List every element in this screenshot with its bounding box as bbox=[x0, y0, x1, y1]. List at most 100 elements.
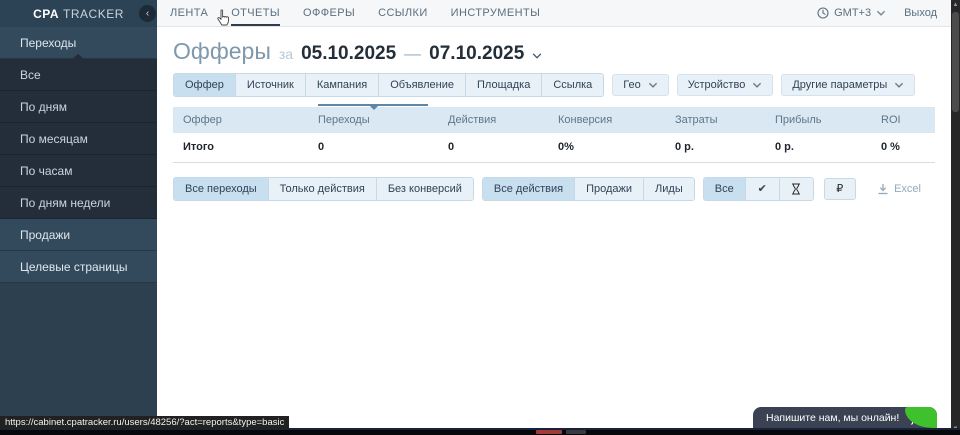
logo: CPA TRACKER ‹ bbox=[0, 0, 157, 27]
total-roi: 0 % bbox=[881, 133, 935, 162]
page-title-row: Офферы за 05.10.2025 — 07.10.2025 bbox=[173, 38, 935, 65]
other-params-filter-button[interactable]: Другие параметры bbox=[781, 74, 915, 96]
status-url-tooltip: https://cabinet.cpatracker.ru/users/4825… bbox=[0, 416, 289, 429]
column-header-roi[interactable]: ROI bbox=[881, 107, 935, 133]
column-header-perekhody[interactable]: Переходы bbox=[318, 107, 448, 133]
sidebar: CPA TRACKER ‹ Переходы Все По дням По ме… bbox=[0, 0, 157, 435]
sidebar-item-vse[interactable]: Все bbox=[0, 59, 157, 91]
timezone-label: GMT+3 bbox=[834, 7, 871, 19]
chevron-down-icon bbox=[648, 82, 658, 88]
chevron-down-icon bbox=[894, 82, 904, 88]
clock-icon bbox=[817, 7, 829, 19]
filter-all-transitions[interactable]: Все переходы bbox=[174, 178, 268, 200]
bottom-toolbar: Все переходы Только действия Без конверс… bbox=[173, 177, 935, 201]
screen: { "brand": { "bold": "CPA", "rest": "TRA… bbox=[0, 0, 960, 435]
total-perekhody: 0 bbox=[318, 133, 448, 162]
geo-filter-button[interactable]: Гео bbox=[612, 74, 668, 96]
chevron-down-icon bbox=[876, 10, 886, 16]
sidebar-item-label: Все bbox=[20, 68, 41, 82]
sidebar-item-label: По дням bbox=[20, 100, 67, 114]
device-filter-button[interactable]: Устройство bbox=[677, 74, 774, 96]
column-header-zatraty[interactable]: Затраты bbox=[675, 107, 775, 133]
timezone-selector[interactable]: GMT+3 bbox=[817, 7, 886, 19]
logo-brand-rest: TRACKER bbox=[63, 7, 124, 21]
filter-all-actions[interactable]: Все действия bbox=[483, 178, 574, 200]
download-icon bbox=[877, 183, 889, 195]
filter-pending-button[interactable] bbox=[779, 178, 813, 200]
content: Офферы за 05.10.2025 — 07.10.2025 Оффер … bbox=[157, 27, 951, 201]
status-filter-group: Все ✔ bbox=[703, 177, 814, 201]
excel-export-button[interactable]: Excel bbox=[877, 183, 935, 195]
nav-lenta[interactable]: ЛЕНТА bbox=[170, 0, 208, 26]
chat-widget[interactable]: Напишите нам, мы онлайн! jivo bbox=[753, 407, 937, 428]
filter-approved-button[interactable]: ✔ bbox=[745, 178, 779, 200]
scrollbar-thumb[interactable] bbox=[952, 12, 959, 112]
jivo-leaf-icon bbox=[905, 407, 937, 428]
check-icon: ✔ bbox=[758, 183, 767, 195]
filter-paid-button[interactable]: ₽ bbox=[824, 178, 856, 200]
total-label: Итого bbox=[173, 133, 318, 162]
sidebar-item-label: Целевые страницы bbox=[20, 260, 128, 274]
sidebar-menu: Переходы Все По дням По месяцам По часам… bbox=[0, 27, 157, 283]
report-preposition: за bbox=[279, 46, 293, 62]
device-filter-label: Устройство bbox=[688, 79, 746, 91]
sidebar-collapse-button[interactable]: ‹ bbox=[139, 5, 156, 22]
tab-ploshchadka[interactable]: Площадка bbox=[465, 74, 541, 96]
nav-offery[interactable]: ОФФЕРЫ bbox=[303, 0, 355, 26]
sidebar-item-po-chasam[interactable]: По часам bbox=[0, 155, 157, 187]
sidebar-item-po-dnyam-nedeli[interactable]: По дням недели bbox=[0, 187, 157, 219]
tab-offer[interactable]: Оффер bbox=[174, 74, 235, 96]
main-area: ЛЕНТА ОТЧЕТЫ ОФФЕРЫ ССЫЛКИ ИНСТРУМЕНТЫ G… bbox=[157, 0, 951, 435]
tab-istochnik[interactable]: Источник bbox=[235, 74, 305, 96]
sidebar-item-label: Продажи bbox=[20, 228, 70, 242]
total-pribyl: 0 р. bbox=[775, 133, 881, 162]
column-header-deystviya[interactable]: Действия bbox=[448, 107, 558, 133]
sidebar-item-label: По месяцам bbox=[20, 132, 88, 146]
tab-obyavlenie[interactable]: Объявление bbox=[378, 74, 465, 96]
tab-kampaniya[interactable]: Кампания bbox=[305, 74, 378, 96]
total-deystviya: 0 bbox=[448, 133, 558, 162]
sidebar-item-tselevye-stranitsy[interactable]: Целевые страницы bbox=[0, 251, 157, 283]
filter-only-actions[interactable]: Только действия bbox=[268, 178, 376, 200]
filter-no-conversions[interactable]: Без конверсий bbox=[376, 178, 473, 200]
taskbar-icon-red bbox=[536, 430, 562, 434]
nav-ssylki[interactable]: ССЫЛКИ bbox=[378, 0, 428, 26]
nav-right: GMT+3 Выход bbox=[817, 0, 951, 26]
report-title: Офферы bbox=[173, 38, 271, 65]
sidebar-item-po-mesyatsam[interactable]: По месяцам bbox=[0, 123, 157, 155]
chevron-left-icon: ‹ bbox=[146, 8, 149, 19]
nav-otchety[interactable]: ОТЧЕТЫ bbox=[231, 0, 280, 26]
other-params-label: Другие параметры bbox=[792, 79, 887, 91]
filter-sales[interactable]: Продажи bbox=[574, 178, 643, 200]
sidebar-item-label: Переходы bbox=[20, 36, 76, 50]
column-header-offer[interactable]: Оффер bbox=[173, 107, 318, 133]
chevron-down-icon bbox=[752, 82, 762, 88]
filter-leads[interactable]: Лиды bbox=[643, 178, 694, 200]
date-dash: — bbox=[404, 44, 421, 64]
scrollbar[interactable]: ▲ ▼ bbox=[951, 0, 960, 435]
transitions-filter-group: Все переходы Только действия Без конверс… bbox=[173, 177, 474, 201]
excel-label: Excel bbox=[894, 183, 921, 195]
date-range-picker[interactable]: 05.10.2025 — 07.10.2025 bbox=[301, 43, 542, 65]
scroll-up-arrow[interactable]: ▲ bbox=[951, 0, 960, 11]
total-row: Итого 0 0 0% 0 р. 0 р. 0 % bbox=[173, 133, 935, 162]
date-from: 05.10.2025 bbox=[301, 43, 396, 65]
total-konversiya: 0% bbox=[558, 133, 675, 162]
report-table: Оффер Переходы Действия Конверсия Затрат… bbox=[173, 107, 935, 163]
submenu-notch bbox=[72, 54, 84, 59]
logout-button[interactable]: Выход bbox=[904, 7, 937, 19]
column-header-konversiya[interactable]: Конверсия bbox=[558, 107, 675, 133]
dimension-filter-row: Оффер Источник Кампания Объявление Площа… bbox=[173, 73, 935, 97]
nav-instrumenty[interactable]: ИНСТРУМЕНТЫ bbox=[451, 0, 541, 26]
tab-ssylka[interactable]: Ссылка bbox=[541, 74, 603, 96]
taskbar-icon-gray bbox=[566, 430, 586, 434]
column-header-pribyl[interactable]: Прибыль bbox=[775, 107, 881, 133]
date-to: 07.10.2025 bbox=[429, 43, 524, 65]
chat-message: Напишите нам, мы онлайн! bbox=[753, 412, 899, 424]
hourglass-icon bbox=[791, 183, 801, 195]
filter-status-all[interactable]: Все bbox=[704, 178, 745, 200]
sidebar-item-label: По часам bbox=[20, 164, 72, 178]
sidebar-item-po-dnyam[interactable]: По дням bbox=[0, 91, 157, 123]
ruble-icon: ₽ bbox=[836, 183, 843, 195]
sidebar-item-prodazhi[interactable]: Продажи bbox=[0, 219, 157, 251]
